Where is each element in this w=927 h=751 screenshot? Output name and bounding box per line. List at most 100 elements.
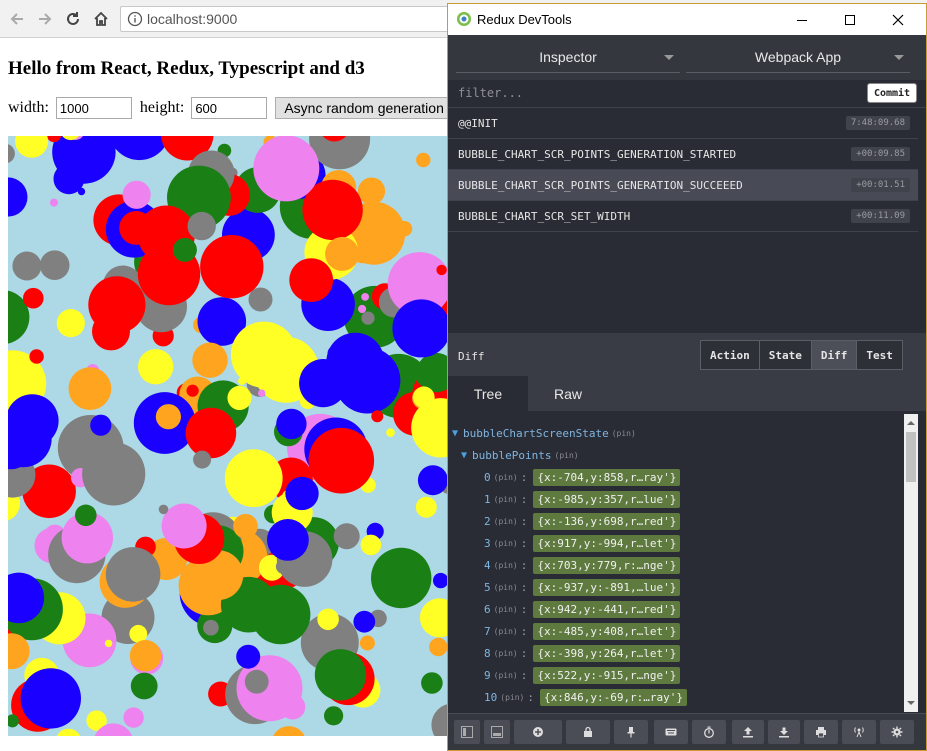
filter-bar: filter... Commit [448,80,926,108]
monitor-select-label: Inspector [539,48,597,65]
tree-item[interactable]: 8 (pin): {x:-398,y:264,r…let'} [484,643,681,663]
action-time: +00:11.09 [851,209,910,223]
tab-raw[interactable]: Raw [528,376,608,411]
bubble [29,349,44,364]
instance-select[interactable]: Webpack App [686,41,910,73]
tree-scrollbar[interactable] [904,414,918,712]
print-button[interactable] [804,720,838,744]
pin-label[interactable]: (pin) [494,649,518,658]
action-item[interactable]: BUBBLE_CHART_SCR_SET_WIDTH +00:11.09 [448,201,918,232]
timer-button[interactable] [692,720,726,744]
action-time: +00:01.51 [851,178,910,192]
tree-item-index: 6 [484,602,491,616]
tab-diff[interactable]: Diff [811,341,858,369]
dispatch-button[interactable] [514,720,562,744]
tree-item-value: {x:-985,y:357,r…lue'} [533,490,681,508]
bubble [359,635,375,651]
pin-label[interactable]: (pin) [555,451,579,460]
action-item-selected[interactable]: BUBBLE_CHART_SCR_POINTS_GENERATION_SUCCE… [448,170,918,201]
tree-item[interactable]: 0 (pin): {x:-704,y:858,r…ray'} [484,467,681,487]
info-icon[interactable] [127,11,143,27]
inspector-tabs: Action State Diff Test [700,340,903,370]
async-generation-button[interactable]: Async random generation [275,97,453,119]
back-icon[interactable] [6,8,28,30]
pin-label[interactable]: (pin) [494,605,518,614]
tree-item[interactable]: 9 (pin): {x:522,y:-915,r…nge'} [484,665,681,685]
bubble-chart-svg [8,136,448,736]
pin-label[interactable]: (pin) [494,473,518,482]
bubble [285,476,319,511]
pin-label[interactable]: (pin) [494,517,518,526]
tree-item[interactable]: 3 (pin): {x:917,y:-994,r…let'} [484,533,681,553]
lock-button[interactable] [566,720,610,744]
bubble [187,211,216,241]
tab-state[interactable]: State [759,341,812,369]
reload-icon[interactable] [62,8,84,30]
pin-button[interactable] [614,720,648,744]
pin-label[interactable]: (pin) [494,495,518,504]
action-item[interactable]: @@INIT 7:48:09.68 [448,108,918,139]
tree-colon: : [520,646,528,660]
scroll-up-icon[interactable] [904,416,918,430]
tree-item[interactable]: 7 (pin): {x:-485,y:408,r…let'} [484,621,681,641]
tab-test[interactable]: Test [857,341,902,369]
layout-bottom-button[interactable] [484,720,510,744]
maximize-icon[interactable] [830,7,870,33]
scroll-down-icon[interactable] [904,696,918,710]
width-input[interactable] [55,97,132,119]
bubble [56,309,85,338]
remote-button[interactable] [842,720,876,744]
upload-button[interactable] [732,720,764,744]
tree-node-root[interactable]: ▼ bubbleChartScreenState (pin) [452,423,639,443]
action-item[interactable]: BUBBLE_CHART_SCR_POINTS_GENERATION_START… [448,139,918,170]
commit-button[interactable]: Commit [867,83,917,103]
action-time: 7:48:09.68 [845,116,910,130]
filter-input[interactable]: filter... [458,86,523,100]
tab-tree[interactable]: Tree [448,376,528,411]
bubble [386,428,395,437]
tree-node-child[interactable]: ▼ bubblePoints (pin) [461,445,582,465]
bubble [325,236,360,271]
bubble [20,668,81,729]
layout-left-button[interactable] [454,720,480,744]
tree-colon: : [520,536,528,550]
view-tabs: Tree Raw [448,376,926,411]
tree-item[interactable]: 2 (pin): {x:-136,y:698,r…red'} [484,511,681,531]
settings-button[interactable] [880,720,914,744]
tree-item[interactable]: 5 (pin): {x:-937,y:-891,…lue'} [484,577,681,597]
bubble [436,264,447,276]
scrollbar-thumb[interactable] [906,432,916,482]
pin-label[interactable]: (pin) [494,539,518,548]
tree-item[interactable]: 4 (pin): {x:703,y:779,r:…nge'} [484,555,681,575]
pin-label[interactable]: (pin) [494,627,518,636]
tree-item[interactable]: 10 (pin): {x:846,y:-69,r:…ray'} [484,687,688,707]
bubble [39,250,70,280]
pin-label[interactable]: (pin) [494,671,518,680]
address-bar[interactable]: localhost:9000 [120,6,450,32]
bubble [258,389,266,397]
devtools-titlebar: Redux DevTools [448,4,926,35]
monitor-select[interactable]: Inspector [456,41,680,73]
height-input[interactable] [191,97,268,119]
tree-item[interactable]: 6 (pin): {x:942,y:-441,r…red'} [484,599,681,619]
bubble [289,258,334,302]
bubble [360,534,382,556]
tab-action[interactable]: Action [701,341,760,369]
bubble [433,572,448,589]
pin-label[interactable]: (pin) [612,429,636,438]
tree-item-index: 9 [484,668,491,682]
close-icon[interactable] [878,7,918,33]
forward-icon[interactable] [34,8,56,30]
expand-triangle-icon[interactable]: ▼ [452,428,458,439]
home-icon[interactable] [90,8,112,30]
pin-label[interactable]: (pin) [494,583,518,592]
download-button[interactable] [768,720,800,744]
tree-colon: : [520,668,528,682]
bubble [267,519,309,561]
expand-triangle-icon[interactable]: ▼ [461,450,467,461]
tree-item[interactable]: 1 (pin): {x:-985,y:357,r…lue'} [484,489,681,509]
keyboard-button[interactable] [654,720,688,744]
pin-label[interactable]: (pin) [494,561,518,570]
minimize-icon[interactable] [782,7,822,33]
pin-label[interactable]: (pin) [500,693,524,702]
